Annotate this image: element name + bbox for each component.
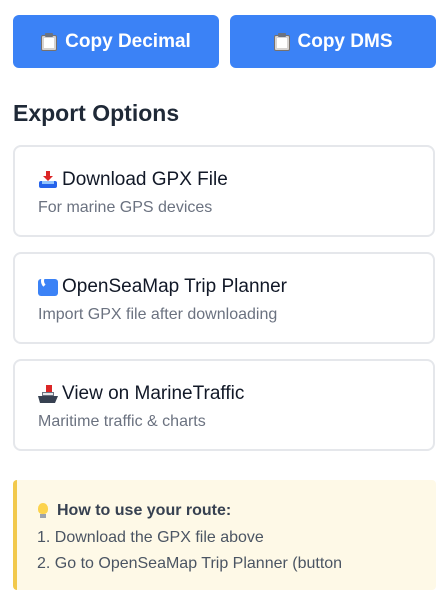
copy-decimal-button[interactable]: Copy Decimal xyxy=(13,15,219,68)
option-heading: OpenSeaMap Trip Planner xyxy=(38,276,287,298)
marinetraffic-option[interactable]: View on MarineTraffic Maritime traffic &… xyxy=(13,359,435,451)
option-subtitle: Import GPX file after downloading xyxy=(38,306,278,323)
option-subtitle: For marine GPS devices xyxy=(38,199,213,216)
download-gpx-option[interactable]: Download GPX File For marine GPS devices xyxy=(13,145,435,237)
lightbulb-icon xyxy=(37,503,49,519)
how-to-title-text: How to use your route: xyxy=(57,502,232,519)
option-title: OpenSeaMap Trip Planner xyxy=(62,276,287,297)
clipboard-icon xyxy=(273,32,290,51)
ship-icon xyxy=(38,384,58,404)
copy-button-row: Copy Decimal Copy DMS xyxy=(13,15,436,68)
how-to-step: 1. Download the GPX file above xyxy=(37,529,264,546)
how-to-step: 2. Go to OpenSeaMap Trip Planner (button xyxy=(37,555,343,572)
inbox-tray-icon xyxy=(38,170,58,190)
export-options-title: Export Options xyxy=(13,100,180,126)
how-to-use-note: How to use your route: 1. Download the G… xyxy=(13,480,436,590)
option-heading: Download GPX File xyxy=(38,169,228,191)
copy-dms-label: Copy DMS xyxy=(297,30,393,52)
copy-dms-button[interactable]: Copy DMS xyxy=(230,15,436,68)
clipboard-icon xyxy=(41,32,58,51)
how-to-title: How to use your route: xyxy=(37,502,231,520)
option-heading: View on MarineTraffic xyxy=(38,383,244,405)
option-title: Download GPX File xyxy=(62,169,228,190)
wave-icon xyxy=(38,277,58,297)
openseamap-trip-planner-option[interactable]: OpenSeaMap Trip Planner Import GPX file … xyxy=(13,252,435,344)
copy-decimal-label: Copy Decimal xyxy=(65,30,191,52)
option-title: View on MarineTraffic xyxy=(62,383,245,404)
option-subtitle: Maritime traffic & charts xyxy=(38,413,206,430)
